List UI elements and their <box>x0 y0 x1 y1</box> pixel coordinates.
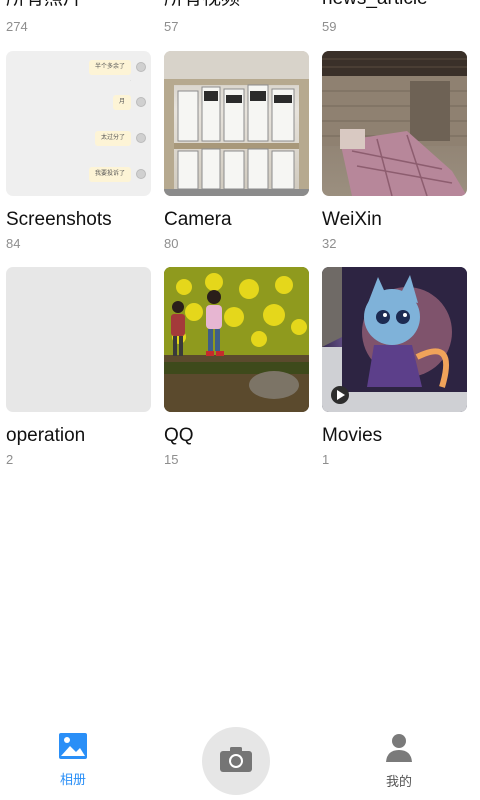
album-count: 274 <box>6 19 28 34</box>
album-name: Movies <box>322 425 383 446</box>
room-photo <box>322 51 467 196</box>
nav-label: 我的 <box>385 774 412 789</box>
album-name: news_article <box>322 0 428 10</box>
nav-item-mine[interactable]: 我的 <box>359 732 439 790</box>
album-count: 15 <box>164 452 179 467</box>
camera-button[interactable] <box>202 727 270 795</box>
album-thumbnail[interactable] <box>322 51 467 196</box>
album-weixin[interactable]: WeiXin 32 <box>322 51 467 251</box>
album-operation[interactable]: operation 2 <box>6 267 151 467</box>
album-count: 1 <box>322 452 330 467</box>
chat-bubble: 月 <box>112 95 131 110</box>
album-count: 57 <box>164 19 179 34</box>
shelf-photo <box>164 51 309 196</box>
chat-bubble: 半个多余了 <box>88 60 131 75</box>
avatar <box>136 97 146 107</box>
album-count: 84 <box>6 236 21 251</box>
album-screenshots[interactable]: 半个多余了 · 月 太过分了 我要投诉了 Screenshots 84 <box>6 51 151 251</box>
album-thumbnail[interactable]: 半个多余了 · 月 太过分了 我要投诉了 <box>6 51 151 196</box>
chat-meta: · <box>129 78 131 83</box>
album-name: Screenshots <box>6 209 112 230</box>
chat-bubble: 太过分了 <box>94 131 131 146</box>
avatar <box>136 133 146 143</box>
album-name: Camera <box>164 209 232 230</box>
album-name: 所有视频 <box>164 0 240 10</box>
album-thumbnail[interactable] <box>164 51 309 196</box>
camera-icon <box>218 744 254 779</box>
album-count: 59 <box>322 19 337 34</box>
album-count: 2 <box>6 452 14 467</box>
avatar <box>136 169 146 179</box>
album-qq[interactable]: QQ 15 <box>164 267 309 467</box>
album-count: 80 <box>164 236 179 251</box>
album-thumbnail[interactable] <box>322 267 467 412</box>
nav-item-albums[interactable]: 相册 <box>33 732 113 788</box>
album-name: QQ <box>164 425 194 446</box>
nav-label: 相册 <box>59 772 86 787</box>
album-name: WeiXin <box>322 209 382 230</box>
album-movies[interactable]: Movies 1 <box>322 267 467 467</box>
album-thumbnail[interactable] <box>164 267 309 412</box>
album-count: 32 <box>322 236 337 251</box>
person-icon <box>384 732 414 767</box>
picture-icon <box>58 732 88 765</box>
album-name: operation <box>6 425 86 446</box>
album-camera[interactable]: Camera 80 <box>164 51 309 251</box>
bottom-nav: 相册 我的 <box>0 718 480 800</box>
movie-cover <box>322 267 467 412</box>
album-thumbnail[interactable] <box>6 267 151 412</box>
avatar <box>136 62 146 72</box>
album-name: 所有照片 <box>6 0 82 10</box>
field-photo <box>164 267 309 412</box>
chat-bubble: 我要投诉了 <box>88 167 131 182</box>
